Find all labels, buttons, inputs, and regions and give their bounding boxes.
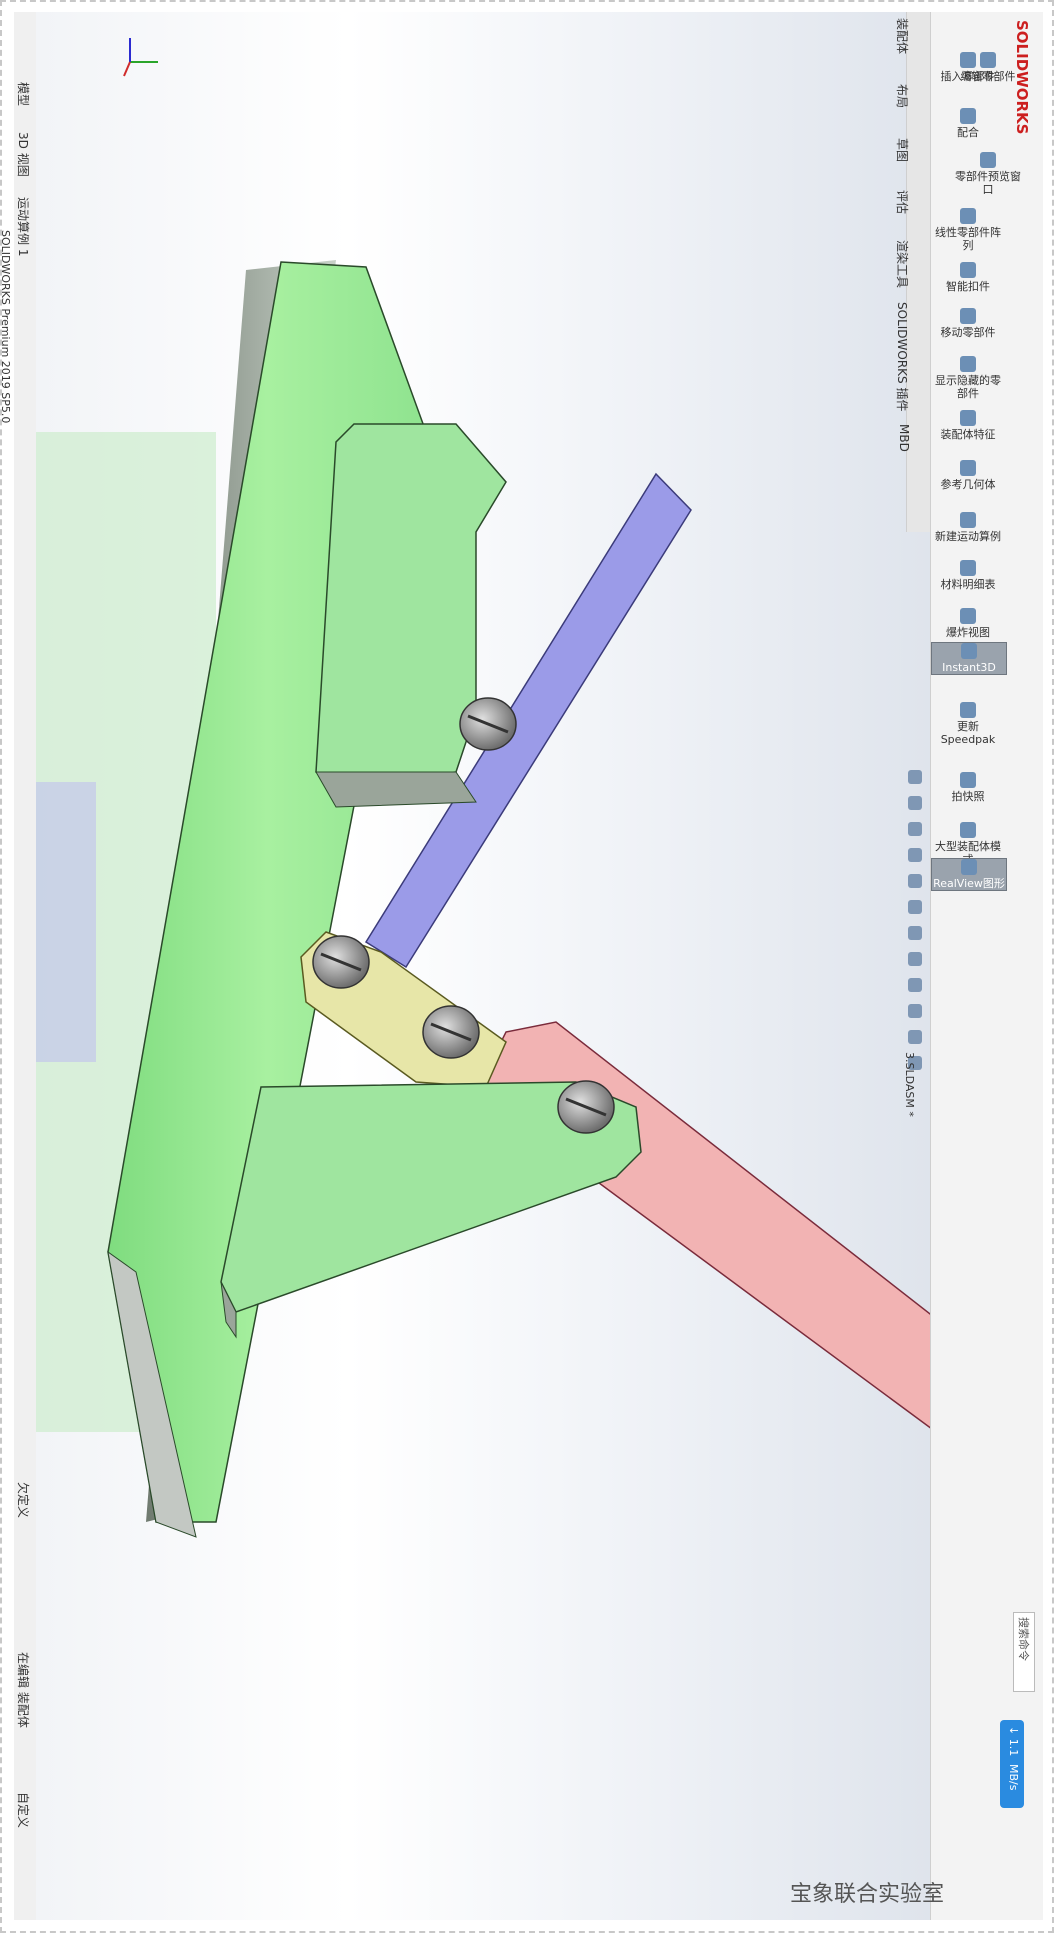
tool-assembly-features[interactable]: 装配体特征 [931,410,1005,441]
tool-update-speedpak[interactable]: 更新Speedpak [931,702,1005,746]
command-manager-tabs: 装配体 布局 草图 评估 渲染工具 SOLIDWORKS 插件 MBD [895,12,931,532]
bottom-tabs-strip: 模型 3D 视图 运动算例 1 欠定义 在编辑 装配体 自定义 [14,12,37,1920]
zoom-area-icon[interactable] [908,796,922,810]
product-version: SOLIDWORKS Premium 2019 SP5.0 [0,230,12,424]
tab-layout[interactable]: 布局 [894,84,911,108]
command-manager: SOLIDWORKS 编辑零部件 插入零部件 配合 零部件预览窗口 线性零部件阵… [930,12,1043,1920]
watermark: 宝象联合实验室 [790,1882,945,1907]
bom-icon [960,560,976,576]
tool-component-preview[interactable]: 零部件预览窗口 [951,152,1025,196]
tool-linear-pattern[interactable]: 线性零部件阵列 [931,208,1005,252]
tool-mate[interactable]: 配合 [931,108,1005,139]
status-editing: 在编辑 装配体 [16,1652,30,1728]
insert-component-icon [960,52,976,68]
network-speed-badge: ↓ 1.1 MB/s [1000,1720,1024,1808]
tab-sketch[interactable]: 草图 [894,138,911,162]
ghost-part-blue [36,782,96,1062]
large-assembly-icon [960,822,976,838]
tool-show-hidden[interactable]: 显示隐藏的零部件 [931,356,1005,400]
snapshot-icon [960,772,976,788]
display-style-icon[interactable] [908,926,922,940]
hide-show-items-icon[interactable] [908,952,922,966]
status-custom[interactable]: 自定义 [15,1792,32,1828]
apply-scene-icon[interactable] [908,1004,922,1018]
upper-bracket-side [315,771,477,808]
component-preview-icon [980,152,996,168]
heads-up-toolbar [904,762,926,1182]
tab-3d-view[interactable]: 3D 视图 [15,132,32,177]
motion-study-icon [960,512,976,528]
linear-pattern-icon [960,208,976,224]
assembly-feature-icon [960,410,976,426]
tool-instant3d[interactable]: Instant3D [931,642,1007,675]
instant3d-icon [961,643,977,659]
status-underdefined: 欠定义 [16,1482,30,1519]
assembly-model [36,260,930,1538]
tab-assembly[interactable]: 装配体 [894,18,911,54]
search-commands-input[interactable]: 搜索命令 [1013,1612,1035,1692]
tool-new-motion-study[interactable]: 新建运动算例 [931,512,1005,543]
tool-bom[interactable]: 材料明细表 [931,560,1005,591]
tab-mbd[interactable]: MBD [897,424,911,452]
tool-take-snapshot[interactable]: 拍快照 [931,772,1005,803]
realview-icon [961,859,977,875]
dynamic-annotation-icon[interactable] [908,874,922,888]
reference-geometry-icon [960,460,976,476]
view-orientation-icon[interactable] [908,900,922,914]
coordinate-triad-icon [123,38,158,77]
zoom-to-fit-icon[interactable] [908,770,922,784]
tab-motion-study[interactable]: 运动算例 1 [15,197,32,256]
move-component-icon [960,308,976,324]
graphics-viewport[interactable]: 3.SLDASM * [36,12,930,1920]
previous-view-icon[interactable] [908,822,922,836]
tab-evaluate[interactable]: 评估 [894,190,911,214]
tool-smart-fastener[interactable]: 智能扣件 [931,262,1005,293]
smart-fastener-icon [960,262,976,278]
tool-insert-component[interactable]: 插入零部件 [931,52,1005,83]
tab-model[interactable]: 模型 [15,82,32,106]
view-settings-icon[interactable] [908,1030,922,1044]
tool-exploded-view[interactable]: 爆炸视图 [931,608,1005,639]
section-view-icon[interactable] [908,848,922,862]
tool-move-component[interactable]: 移动零部件 [931,308,1005,339]
speedpak-icon [960,702,976,718]
tab-solidworks-addins[interactable]: SOLIDWORKS 插件 [894,302,911,411]
tab-render-tools[interactable]: 渲染工具 [894,240,911,288]
document-title: 3.SLDASM * [903,1052,916,1117]
edit-appearance-icon[interactable] [908,978,922,992]
tool-reference-geometry[interactable]: 参考几何体 [931,460,1005,491]
tool-realview-graphics[interactable]: RealView图形 [931,858,1007,891]
exploded-view-icon [960,608,976,624]
mate-icon [960,108,976,124]
show-hidden-icon [960,356,976,372]
